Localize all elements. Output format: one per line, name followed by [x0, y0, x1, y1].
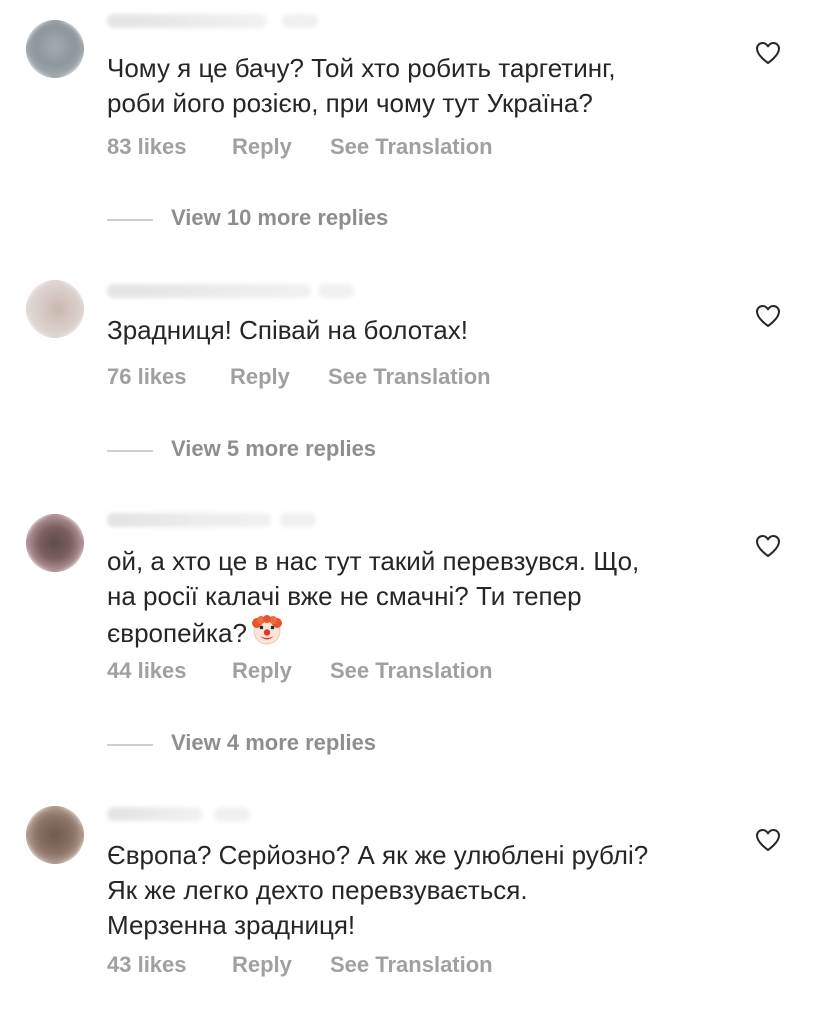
- likes-count[interactable]: 43 likes: [107, 952, 187, 978]
- comment-text: ой, а хто це в нас тут такий перевзувся.…: [107, 544, 727, 651]
- see-translation-button[interactable]: See Translation: [330, 952, 493, 978]
- heart-outline-icon[interactable]: [755, 828, 781, 852]
- comment-text: Зрадниця! Співай на болотах!: [107, 313, 727, 348]
- heart-outline-icon[interactable]: [755, 534, 781, 558]
- avatar[interactable]: [26, 806, 84, 864]
- avatar[interactable]: [26, 280, 84, 338]
- replies-divider: [107, 219, 153, 221]
- comment-text-fragment: європейка?: [107, 618, 247, 648]
- comment-text-line: ой, а хто це в нас тут такий перевзувся.…: [107, 546, 640, 576]
- timestamp-blurred: [280, 513, 316, 527]
- likes-count[interactable]: 44 likes: [107, 658, 187, 684]
- view-more-replies-label[interactable]: View 5 more replies: [171, 436, 376, 462]
- see-translation-button[interactable]: See Translation: [330, 134, 493, 160]
- comment-text-line: європейка?: [107, 614, 727, 651]
- timestamp-blurred: [214, 807, 250, 821]
- comment-text: Чому я це бачу? Той хто робить таргетинг…: [107, 51, 727, 121]
- comment-text-line: роби його розією, при чому тут Україна?: [107, 88, 593, 118]
- comment-text-line: Як же легко дехто перевзувається.: [107, 875, 528, 905]
- reply-button[interactable]: Reply: [232, 952, 292, 978]
- username-blurred[interactable]: [107, 807, 203, 821]
- likes-count[interactable]: 76 likes: [107, 364, 187, 390]
- avatar[interactable]: [26, 20, 84, 78]
- reply-button[interactable]: Reply: [232, 134, 292, 160]
- heart-outline-icon[interactable]: [755, 304, 781, 328]
- avatar[interactable]: [26, 514, 84, 572]
- reply-button[interactable]: Reply: [230, 364, 290, 390]
- replies-divider: [107, 744, 153, 746]
- username-blurred[interactable]: [107, 14, 267, 28]
- clown-face-icon: [251, 615, 282, 645]
- see-translation-button[interactable]: See Translation: [330, 658, 493, 684]
- view-more-replies-label[interactable]: View 4 more replies: [171, 730, 376, 756]
- replies-divider: [107, 450, 153, 452]
- username-blurred[interactable]: [107, 513, 271, 527]
- see-translation-button[interactable]: See Translation: [328, 364, 491, 390]
- likes-count[interactable]: 83 likes: [107, 134, 187, 160]
- timestamp-blurred: [282, 14, 318, 28]
- comment-text-line: Мерзенна зрадниця!: [107, 910, 356, 940]
- reply-button[interactable]: Reply: [232, 658, 292, 684]
- username-blurred[interactable]: [107, 284, 311, 298]
- comment-text-line: Європа? Серйозно? А як же улюблені рублі…: [107, 840, 649, 870]
- heart-outline-icon[interactable]: [755, 41, 781, 65]
- comment-text-line: Чому я це бачу? Той хто робить таргетинг…: [107, 53, 616, 83]
- timestamp-blurred: [318, 284, 354, 298]
- comment-text: Європа? Серйозно? А як же улюблені рублі…: [107, 838, 727, 943]
- comment-text-line: Зрадниця! Співай на болотах!: [107, 315, 468, 345]
- comment-text-line: на росії калачі вже не смачні? Ти тепер: [107, 581, 582, 611]
- view-more-replies-label[interactable]: View 10 more replies: [171, 205, 388, 231]
